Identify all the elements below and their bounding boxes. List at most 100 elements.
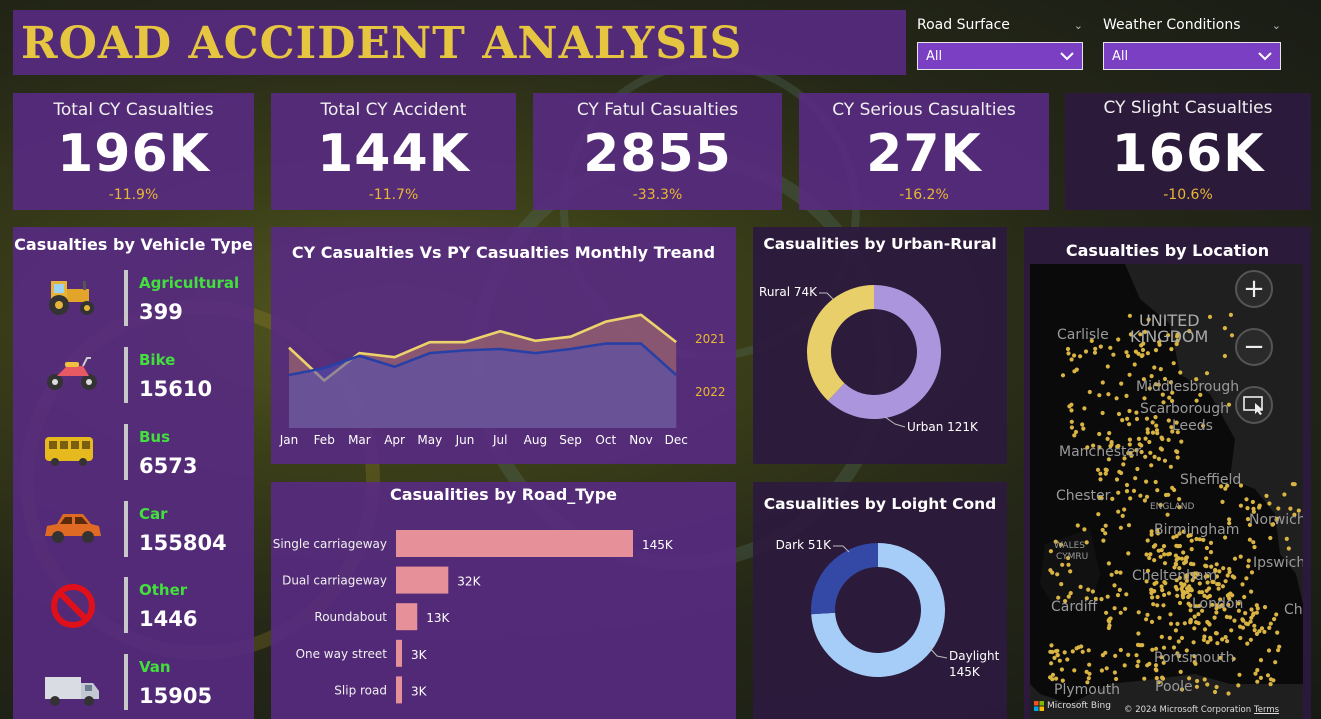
accident-dot xyxy=(1114,676,1119,682)
bar-value-label: 13K xyxy=(426,611,450,625)
accident-dot xyxy=(1065,346,1071,352)
accident-dot xyxy=(1142,498,1147,503)
accident-dot xyxy=(1238,635,1243,641)
accident-dot xyxy=(1057,658,1062,663)
bar xyxy=(396,566,449,594)
vehicle-row-van[interactable]: Van 15905 xyxy=(13,651,254,719)
chevron-down-icon[interactable]: ⌄ xyxy=(1272,19,1281,32)
accident-dot xyxy=(1232,556,1238,561)
accident-dot xyxy=(1204,588,1209,593)
vehicle-row-bike[interactable]: Bike 15610 xyxy=(13,344,254,414)
accident-dot xyxy=(1201,537,1206,542)
vehicle-divider xyxy=(124,501,128,557)
weather-conditions-filter[interactable]: Weather Conditions ⌄ All xyxy=(1103,14,1281,70)
monthly-trend-chart[interactable]: 2021 2022 Jan Feb Mar Apr May Jun Jul Aug Sep Oct No… xyxy=(271,227,736,464)
series-label: 2021 xyxy=(695,332,726,346)
accident-dot xyxy=(1273,660,1278,665)
urban-rural-panel: Casualities by Urban-Rural Urban 121K Rur… xyxy=(753,227,1007,464)
map-label: WALES xyxy=(1054,541,1085,551)
microsoft-logo-icon xyxy=(1034,701,1044,711)
accident-dot xyxy=(1158,367,1163,372)
bar xyxy=(396,530,633,557)
vehicle-value: 15905 xyxy=(139,684,213,708)
accident-dot xyxy=(1155,594,1160,600)
accident-dot xyxy=(1152,454,1157,459)
accident-dot xyxy=(1174,587,1180,592)
map-label: Poole xyxy=(1155,679,1193,695)
accident-dot xyxy=(1105,436,1110,441)
accident-dot xyxy=(1162,458,1168,463)
chevron-down-icon[interactable]: ⌄ xyxy=(1074,19,1083,32)
accident-dot xyxy=(1149,374,1154,379)
light-condition-chart[interactable]: Daylight 145K Dark 51K xyxy=(753,482,1007,719)
slice-label: Daylight xyxy=(949,649,1000,663)
bar-value-label: 32K xyxy=(457,575,481,589)
accident-dot xyxy=(1083,349,1089,354)
accident-dot xyxy=(1264,493,1269,498)
accident-dot xyxy=(1155,488,1160,493)
vehicle-row-other[interactable]: Other 1446 xyxy=(13,574,254,644)
accident-dot xyxy=(1181,550,1186,555)
weather-conditions-value: All xyxy=(1112,48,1129,64)
accident-dot xyxy=(1252,623,1257,628)
accident-dot xyxy=(1101,538,1106,543)
vehicle-label: Car xyxy=(139,505,168,523)
bar-value-label: 145K xyxy=(642,538,674,552)
accident-dot xyxy=(1122,507,1127,512)
kpi-change: -11.7% xyxy=(368,187,419,203)
urban-rural-chart[interactable]: Urban 121K Rural 74K xyxy=(753,227,1007,464)
accident-dot xyxy=(1238,554,1243,559)
accident-dot xyxy=(1060,373,1066,378)
kpi-title: CY Serious Casualties xyxy=(832,100,1016,120)
accident-dot xyxy=(1059,667,1064,672)
x-tick-label: Oct xyxy=(595,433,616,447)
terms-link[interactable]: Terms xyxy=(1254,705,1279,715)
accident-dot xyxy=(1228,312,1233,317)
road-surface-select[interactable]: All xyxy=(917,42,1083,70)
accident-dot xyxy=(1122,663,1127,668)
accident-dot xyxy=(1093,346,1098,351)
select-region-button[interactable] xyxy=(1235,386,1273,424)
zoom-in-button[interactable]: + xyxy=(1235,270,1273,308)
vehicle-divider xyxy=(124,270,128,326)
accident-dot xyxy=(1177,497,1182,502)
accident-dot xyxy=(1201,637,1206,642)
accident-dot xyxy=(1081,426,1086,431)
accident-dot xyxy=(1166,591,1172,596)
map-label: Chester xyxy=(1056,488,1111,504)
donut-slice-rural xyxy=(807,285,874,401)
x-tick-label: Nov xyxy=(629,433,652,447)
accident-dot xyxy=(1251,540,1256,545)
accident-dot xyxy=(1116,509,1121,514)
zoom-out-button[interactable]: − xyxy=(1235,328,1273,366)
vehicle-row-bus[interactable]: Bus 6573 xyxy=(13,421,254,491)
accident-dot xyxy=(1112,606,1117,611)
accident-dot xyxy=(1240,582,1245,587)
accident-dot xyxy=(1208,540,1214,545)
accident-dot xyxy=(1179,586,1184,591)
x-tick-label: Apr xyxy=(384,433,405,447)
slice-label: Dark 51K xyxy=(776,538,833,552)
accident-dot xyxy=(1229,628,1234,633)
accident-dot xyxy=(1087,662,1092,667)
accident-dot xyxy=(1177,600,1183,606)
map-canvas[interactable]: Carlisle UNITED KINGDOM Middlesbrough Sc… xyxy=(1030,264,1303,719)
accident-dot xyxy=(1098,471,1103,476)
accident-dot xyxy=(1194,620,1199,625)
road-type-panel: Casualities by Road_Type Single carriage… xyxy=(271,482,736,719)
vehicle-row-agricultural[interactable]: Agricultural 399 xyxy=(13,267,254,337)
accident-dot xyxy=(1245,641,1250,646)
accident-dot xyxy=(1255,668,1260,673)
x-tick-label: Aug xyxy=(524,433,547,447)
accident-dot xyxy=(1078,354,1083,359)
road-surface-label: Road Surface xyxy=(917,17,1010,33)
road-type-chart[interactable]: Single carriageway 145K Dual carriageway 32… xyxy=(271,482,736,719)
accident-dot xyxy=(1123,606,1128,611)
accident-dot xyxy=(1079,644,1084,649)
weather-conditions-select[interactable]: All xyxy=(1103,42,1281,70)
accident-dot xyxy=(1169,347,1174,352)
accident-dot xyxy=(1124,489,1130,494)
accident-dot xyxy=(1144,494,1150,499)
road-surface-filter[interactable]: Road Surface ⌄ All xyxy=(917,14,1083,70)
vehicle-row-car[interactable]: Car 155804 xyxy=(13,498,254,568)
